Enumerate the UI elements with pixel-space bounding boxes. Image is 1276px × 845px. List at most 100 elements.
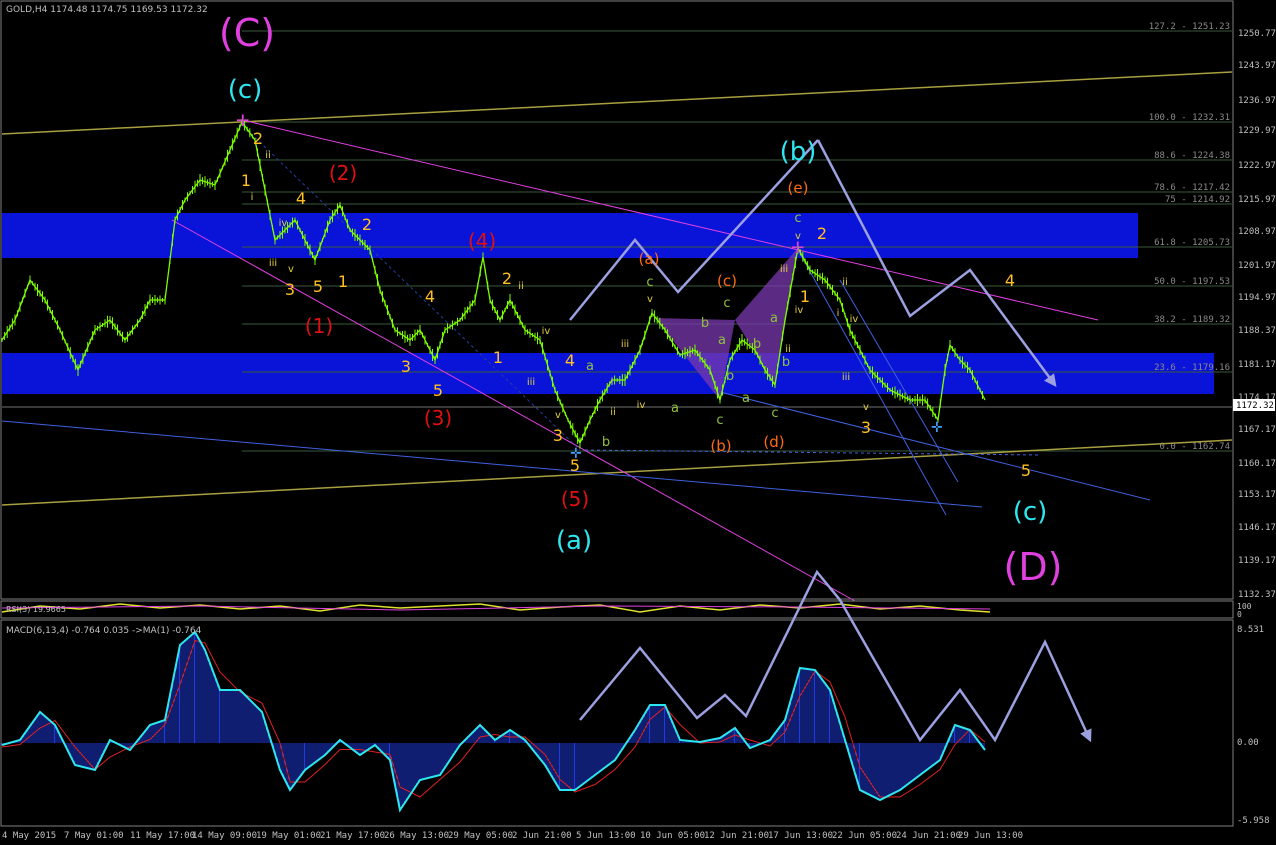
svg-text:iii: iii (527, 377, 535, 388)
svg-text:c: c (794, 211, 801, 226)
time-tick-label: 17 Jun 13:00 (768, 831, 833, 841)
macd-axis-bottom: -5.958 (1237, 816, 1270, 826)
svg-text:2: 2 (362, 215, 372, 234)
svg-text:i: i (251, 192, 254, 203)
price-tick-label: 1243.97 (1238, 61, 1276, 71)
price-tick-label: 1229.97 (1238, 126, 1276, 136)
svg-text:c: c (723, 296, 730, 311)
svg-text:i: i (837, 308, 840, 319)
price-series (1, 120, 986, 445)
fib-label: 100.0 - 1232.31 (1149, 113, 1230, 123)
svg-text:a: a (770, 311, 778, 326)
price-tick-label: 1160.17 (1238, 459, 1276, 469)
price-axis: 1250.77 1243.97 1236.97 1229.97 1222.97 1215.… (1238, 29, 1276, 600)
svg-text:c: c (646, 275, 653, 290)
price-tick-label: 1208.97 (1238, 227, 1276, 237)
svg-text:v: v (863, 402, 869, 413)
svg-text:1: 1 (800, 287, 810, 306)
price-chart[interactable]: 127.2 - 1251.23 100.0 - 1232.31 88.6 - 1… (0, 0, 1276, 845)
price-tick-label: 1132.37 (1238, 590, 1276, 600)
wave-label-se: (e) (788, 179, 809, 197)
time-tick-label: 21 May 17:00 (320, 831, 385, 841)
fib-label: 127.2 - 1251.23 (1149, 22, 1230, 32)
svg-text:3: 3 (861, 418, 871, 437)
time-tick-label: 10 Jun 05:00 (640, 831, 705, 841)
svg-text:v: v (555, 410, 561, 421)
svg-text:4: 4 (1005, 271, 1015, 290)
wave-label-b: (b) (780, 137, 817, 167)
time-tick-label: 5 Jun 13:00 (576, 831, 636, 841)
svg-text:ii: ii (842, 277, 848, 288)
svg-text:2: 2 (817, 224, 827, 243)
svg-text:4: 4 (425, 287, 435, 306)
svg-text:4: 4 (296, 189, 306, 208)
rsi-panel (0, 600, 1234, 619)
fib-label: 23.6 - 1179.16 (1154, 363, 1230, 373)
svg-text:4: 4 (565, 351, 575, 370)
svg-text:3: 3 (285, 280, 295, 299)
svg-text:iv: iv (279, 218, 288, 229)
svg-text:a: a (718, 333, 726, 348)
svg-text:5: 5 (433, 381, 443, 400)
time-tick-label: 14 May 09:00 (192, 831, 257, 841)
svg-text:iii: iii (269, 258, 277, 269)
svg-text:5: 5 (313, 277, 323, 296)
svg-text:v: v (288, 264, 294, 275)
svg-text:b: b (726, 369, 734, 384)
time-tick-label: 26 May 13:00 (384, 831, 449, 841)
fib-label: 78.6 - 1217.42 (1154, 183, 1230, 193)
svg-text:b: b (701, 316, 709, 331)
svg-text:i: i (611, 377, 614, 388)
wave-label-3: (3) (424, 406, 452, 430)
svg-text:2: 2 (502, 269, 512, 288)
wave-label-sa: (a) (639, 250, 660, 268)
svg-text:1: 1 (493, 348, 503, 367)
rsi-axis-bottom: 0 (1237, 610, 1242, 619)
svg-text:v: v (647, 294, 653, 305)
svg-text:a: a (671, 401, 679, 416)
svg-text:ii: ii (785, 344, 791, 355)
time-tick-label: 19 May 01:00 (256, 831, 321, 841)
fib-label: 50.0 - 1197.53 (1154, 277, 1230, 287)
svg-text:iii: iii (842, 372, 850, 383)
time-tick-label: 11 May 17:00 (130, 831, 195, 841)
price-tick-label: 1146.17 (1238, 523, 1276, 533)
upper-channel-line (1, 71, 1233, 135)
svg-text:iv: iv (850, 314, 859, 325)
svg-text:b: b (753, 337, 761, 352)
lower-channel-line (1, 439, 1233, 506)
svg-text:v: v (795, 231, 801, 242)
price-tick-label: 1250.77 (1238, 29, 1276, 39)
wave-label-c-top: (c) (228, 75, 263, 105)
time-tick-label: 29 May 05:00 (448, 831, 513, 841)
price-tick-label: 1188.37 (1238, 326, 1276, 336)
svg-text:a: a (586, 359, 594, 374)
svg-text:a: a (742, 391, 750, 406)
time-tick-label: 7 May 01:00 (64, 831, 124, 841)
fib-label: 75 - 1214.92 (1165, 195, 1230, 205)
wave-label-sd: (d) (763, 433, 784, 451)
fib-label: 61.8 - 1205.73 (1154, 238, 1230, 248)
current-price-label: 1172.32 (1236, 401, 1274, 411)
price-tick-label: 1181.17 (1238, 360, 1276, 370)
wave-label-4: (4) (468, 229, 496, 253)
svg-text:3: 3 (553, 426, 563, 445)
fib-label: 88.6 - 1224.38 (1154, 151, 1230, 161)
svg-text:iv: iv (637, 400, 646, 411)
rsi-header-label: RSI(3) 19.9665 (6, 605, 66, 614)
wave-label-5: (5) (561, 487, 589, 511)
svg-text:5: 5 (570, 456, 580, 475)
svg-text:iv: iv (795, 305, 804, 316)
svg-text:iii: iii (780, 264, 788, 275)
svg-text:c: c (716, 413, 723, 428)
svg-text:2: 2 (253, 129, 263, 148)
wave-labels: (C) (D) (c) (a) (b) (c) (1) (2) (3) (4) … (219, 11, 1063, 589)
svg-text:ii: ii (610, 407, 616, 418)
main-panel-border (0, 0, 1234, 600)
svg-text:iii: iii (621, 339, 629, 350)
fib-label: 38.2 - 1189.32 (1154, 315, 1230, 325)
macd-axis-zero: 0.00 (1237, 738, 1259, 748)
price-tick-label: 1236.97 (1238, 96, 1276, 106)
macd-axis-top: 8.531 (1237, 625, 1264, 635)
price-tick-label: 1215.97 (1238, 195, 1276, 205)
